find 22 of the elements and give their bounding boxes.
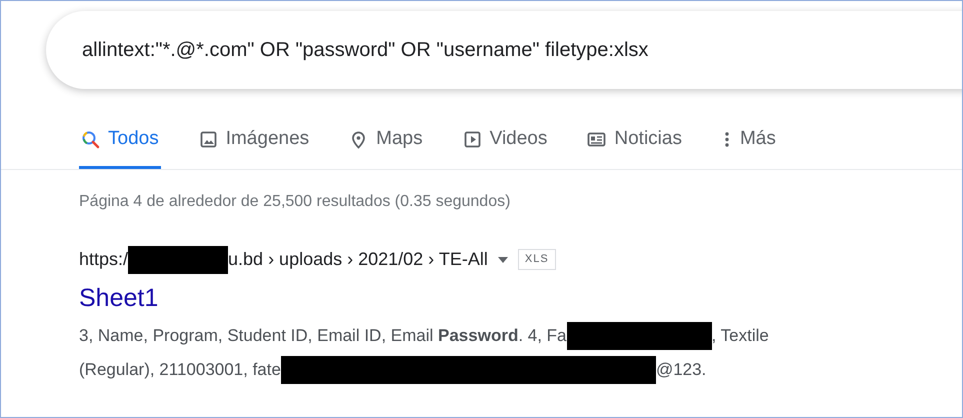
result-stats: Página 4 de alrededor de 25,500 resultados (0.35 segundos) [78,192,512,212]
search-query: allintext:"*.@*.com" OR "password" OR "username" filetype:xlsx [82,38,648,63]
result-url: https:/ [79,248,128,271]
file-type-tag: XLS [518,249,556,270]
image-icon [198,130,218,149]
snippet-text: 3, Name, Program, Student ID, Email ID, Email Password. 4, Fa [79,325,567,348]
search-field[interactable]: allintext:"*.@*.com" OR "password" OR "username" filetype:xlsx [46,11,962,89]
tab[interactable]: Noticias [585,125,684,168]
caret-icon[interactable] [498,256,508,262]
snippet-text: , Textile [712,325,769,348]
tab[interactable]: Todos [79,125,161,168]
tab[interactable]: Maps [347,125,425,168]
result-title[interactable]: Sheet1 [1,280,158,317]
result-url: u.bd › uploads › 2021/02 › TE-All [228,248,488,271]
tab[interactable]: Más [720,125,778,168]
tab[interactable]: Imágenes [196,125,312,168]
play-icon [462,130,482,149]
search-icon [81,130,100,149]
snippet-text: @123. [656,359,706,382]
snippet-text: (Regular), 211003001, fate [79,359,281,382]
tab[interactable]: Videos [460,125,550,168]
newspaper-icon [587,130,606,149]
